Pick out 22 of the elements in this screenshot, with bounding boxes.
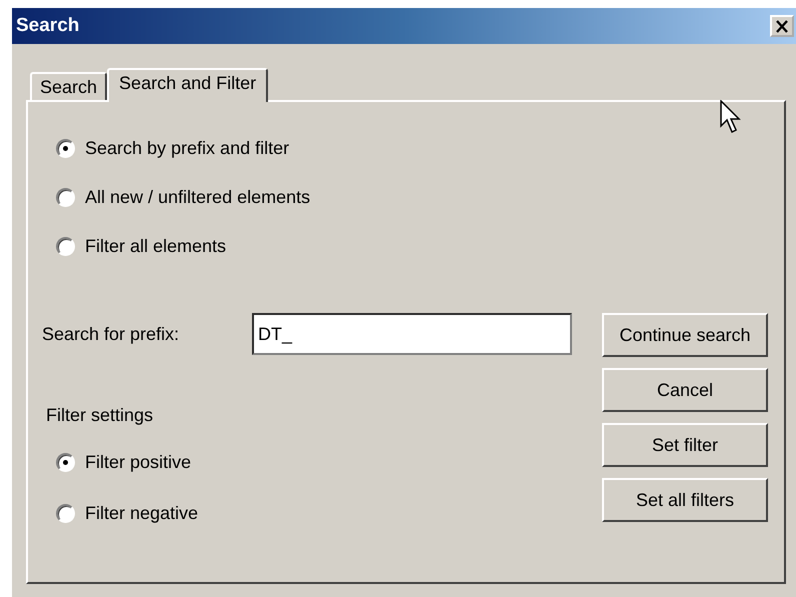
radio-label[interactable]: Filter all elements [85,236,226,257]
field-label: Search for prefix: [42,324,180,344]
tab[interactable]: Search and Filter [107,68,268,102]
radio-label[interactable]: All new / unfiltered elements [85,187,310,208]
radio-label[interactable]: Filter negative [85,503,198,524]
radio-button[interactable] [56,453,75,472]
radio-label[interactable]: Filter positive [85,452,192,473]
dialog-button[interactable]: Set filter [602,423,768,467]
radio-button[interactable] [56,188,75,207]
dialog-button[interactable]: Set all filters [602,478,768,522]
close-icon [775,20,789,32]
radio-button[interactable] [56,504,75,523]
radio-label[interactable]: Search by prefix and filter [85,138,290,159]
radio-button[interactable] [56,237,75,256]
prefix-input-field[interactable]: DT_ [252,313,572,355]
radio-button[interactable] [56,139,75,158]
close-button[interactable] [770,15,794,37]
dialog-button[interactable]: Cancel [602,368,768,412]
dialog-button[interactable]: Continue search [602,313,768,357]
filter-settings-label: Filter settings [46,405,154,426]
tab[interactable]: Search [30,72,108,100]
window-title: Search [16,15,80,37]
